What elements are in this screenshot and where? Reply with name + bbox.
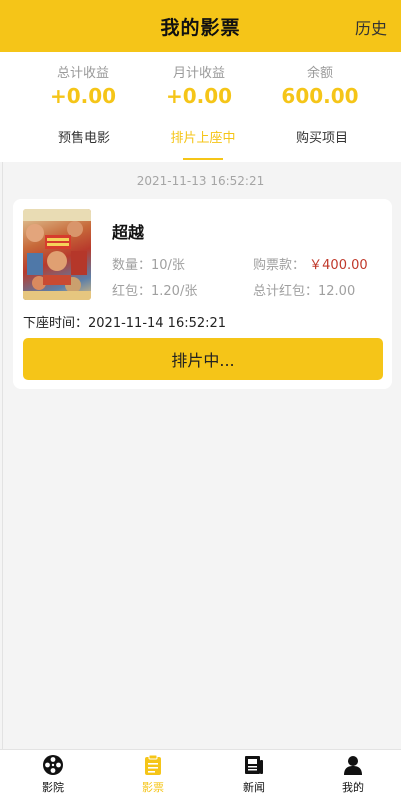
bottom-tab-bar: 影院 影票 新闻 我的 — [0, 749, 401, 800]
stat-label: 总计收益 — [56, 66, 109, 81]
person-icon — [344, 756, 362, 775]
payment-label: 购票款： — [253, 258, 306, 273]
tabbar-tickets[interactable]: 影票 — [103, 754, 203, 795]
tabbar-cinema[interactable]: 影院 — [3, 754, 103, 795]
stat-balance: 余额 600.00 — [260, 62, 380, 108]
ticket-quantity: 数量：10/张 — [112, 258, 185, 273]
poster-artwork — [23, 209, 91, 300]
stat-label: 余额 — [306, 66, 333, 81]
stat-value: 600.00 — [281, 84, 359, 108]
movie-title: 超越 — [112, 223, 145, 242]
red-packet-per-ticket: 红包：1.20/张 — [112, 284, 198, 299]
newspaper-icon — [245, 756, 263, 774]
tab-showing[interactable]: 排片上座中 — [143, 127, 263, 146]
tabbar-label: 我的 — [342, 781, 364, 794]
order-date: 2021-11-13 16:52:21 — [136, 174, 265, 188]
ticket-payment: 购票款： ￥400.00 — [253, 254, 368, 273]
ticket-order-card: 超越 数量：10/张 购票款： ￥400.00 红包：1.20/张 总计红包：1… — [13, 199, 392, 389]
stat-value: +0.00 — [49, 84, 117, 108]
top-bar: 我的影票 历史 — [0, 0, 401, 52]
release-time: 下座时间：2021-11-14 16:52:21 — [23, 316, 227, 331]
tabbar-profile[interactable]: 我的 — [303, 754, 401, 795]
stat-total-earnings: 总计收益 +0.00 — [23, 62, 143, 108]
tabbar-label: 影院 — [42, 781, 64, 794]
page-title: 我的影票 — [160, 16, 241, 39]
movie-poster — [23, 209, 91, 300]
tabbar-news[interactable]: 新闻 — [204, 754, 304, 795]
ticket-tabs: 预售电影 排片上座中 购买项目 — [0, 127, 401, 162]
tab-purchased[interactable]: 购买项目 — [262, 127, 382, 146]
total-red-packet: 总计红包：12.00 — [253, 284, 356, 299]
tabbar-label: 新闻 — [243, 781, 265, 794]
tabbar-label: 影票 — [142, 781, 164, 794]
stat-monthly-earnings: 月计收益 +0.00 — [139, 62, 259, 108]
stat-value: +0.00 — [165, 84, 233, 108]
stat-label: 月计收益 — [172, 66, 225, 81]
tab-presale[interactable]: 预售电影 — [24, 127, 144, 146]
payment-amount: ￥400.00 — [309, 258, 368, 273]
history-link[interactable]: 历史 — [355, 15, 387, 39]
scheduling-button[interactable]: 排片中... — [23, 338, 383, 380]
clipboard-icon — [145, 754, 161, 775]
film-reel-icon — [43, 755, 63, 775]
active-tab-indicator — [183, 158, 223, 160]
